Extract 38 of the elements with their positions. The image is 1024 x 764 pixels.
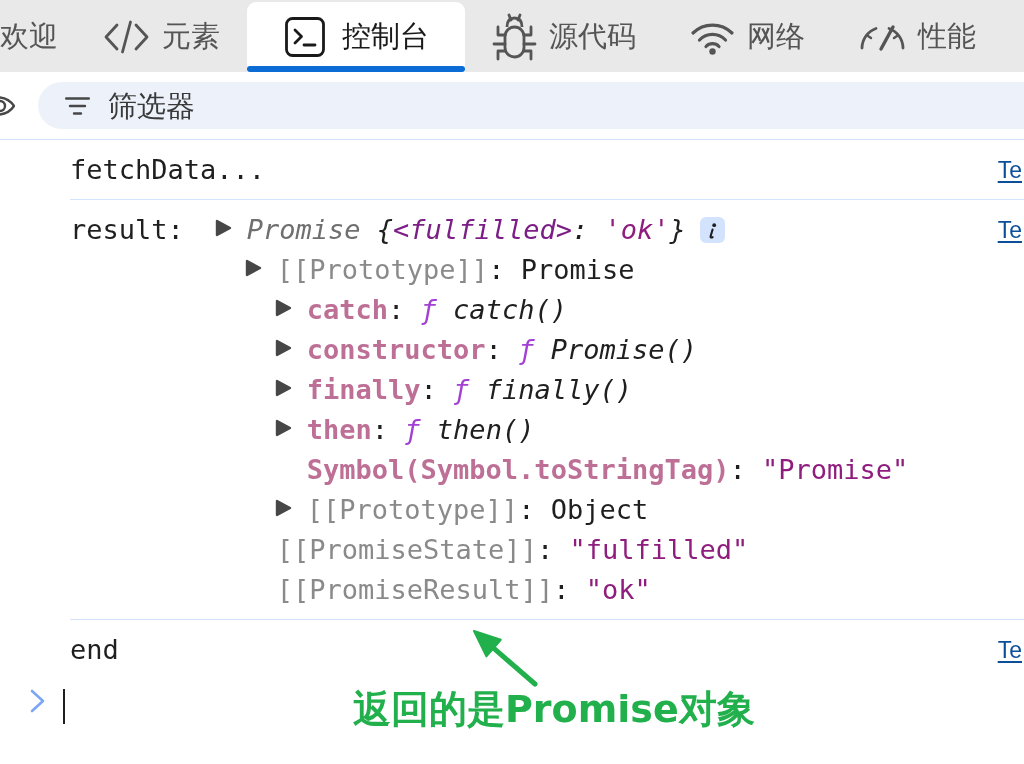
eye-icon[interactable] — [0, 94, 15, 117]
chevron-right-icon — [30, 689, 45, 713]
panel-tab[interactable]: 性能 — [832, 2, 1003, 72]
disclosure-triangle-icon[interactable] — [214, 219, 232, 237]
property-line: constructor: ƒ Promise() — [306, 333, 697, 367]
log-text: end — [70, 633, 119, 667]
disclosure-triangle-icon[interactable] — [244, 259, 262, 277]
property-line: then: ƒ then() — [306, 413, 535, 447]
bug-icon — [492, 13, 537, 61]
property-line: [[Prototype]]: Promise — [276, 253, 635, 287]
panel-tab[interactable]: 控制台 — [247, 2, 465, 72]
property-line: [[PromiseResult]]: "ok" — [276, 573, 651, 607]
disclosure-triangle-icon[interactable] — [274, 299, 292, 317]
property-line: Symbol(Symbol.toStringTag): "Promise" — [306, 453, 909, 487]
property-line: [[PromiseState]]: "fulfilled" — [276, 533, 749, 567]
disclosure-triangle-icon[interactable] — [274, 379, 292, 397]
source-link[interactable]: Te — [997, 210, 1022, 250]
object-preview: Promise {<fulfilled>: 'ok'} — [246, 213, 686, 247]
log-text: fetchData... — [70, 153, 266, 187]
disclosure-triangle-icon[interactable] — [274, 339, 292, 357]
info-icon[interactable] — [699, 217, 725, 243]
terminal-icon — [285, 17, 325, 57]
annotation-text: 返回的是Promise对象 — [353, 690, 755, 728]
source-link[interactable]: Te — [997, 630, 1022, 670]
disclosure-triangle-icon[interactable] — [274, 419, 292, 437]
property-line: catch: ƒ catch() — [306, 293, 567, 327]
property-line: finally: ƒ finally() — [306, 373, 632, 407]
code-brackets-icon — [103, 20, 150, 54]
source-link[interactable]: Te — [997, 150, 1022, 190]
panel-tab[interactable]: 元素 — [76, 2, 247, 72]
disclosure-triangle-icon[interactable] — [274, 499, 292, 517]
filter-icon — [65, 96, 90, 115]
panel-tab[interactable]: 源代码 — [465, 2, 663, 72]
panel-tab[interactable]: 网络 — [663, 2, 832, 72]
annotation-arrow — [472, 629, 538, 687]
property-line: [[Prototype]]: Object — [306, 493, 649, 527]
log-label: result: — [70, 213, 184, 247]
panel-tab[interactable]: 欢迎 — [0, 2, 76, 72]
